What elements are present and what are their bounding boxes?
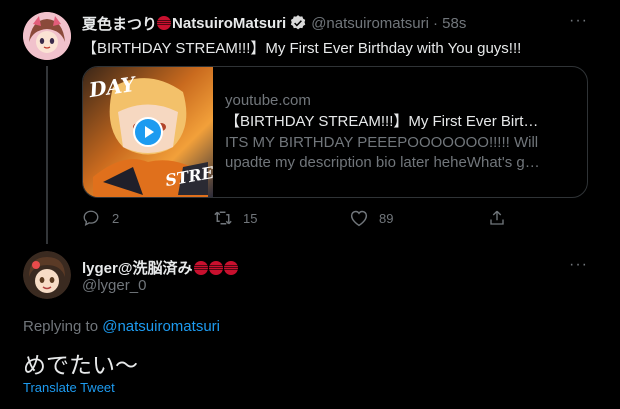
replying-to-label: Replying to	[23, 318, 99, 335]
red-circle-emoji-icon	[209, 260, 224, 275]
tweet-time[interactable]: · 58s	[433, 15, 466, 32]
more-options-icon[interactable]: ···	[569, 12, 588, 30]
red-circle-emoji-icon	[194, 260, 209, 275]
card-description-line1: ITS MY BIRTHDAY PEEEPOOOOOOO!!!!! Will	[225, 134, 539, 151]
replying-to-handle[interactable]: @natsuiromatsuri	[102, 318, 220, 335]
reply-count: 2	[112, 210, 120, 226]
thread-line	[46, 66, 48, 244]
card-domain: youtube.com	[225, 92, 311, 109]
author-name-suffix[interactable]: NatsuiroMatsuri	[172, 15, 286, 32]
heart-icon[interactable]	[349, 209, 369, 227]
reply-author-avatar[interactable]	[23, 251, 71, 299]
tweet-text: 【BIRTHDAY STREAM!!!】My First Ever Birthd…	[82, 40, 522, 57]
like-action[interactable]: 89	[349, 209, 393, 227]
verified-badge-icon	[289, 14, 307, 32]
card-text: youtube.com 【BIRTHDAY STREAM!!!】My First…	[213, 67, 560, 197]
author-name[interactable]: 夏色まつり	[82, 13, 157, 34]
reply-text: めでたい〜	[23, 352, 138, 378]
reply-icon[interactable]	[82, 209, 100, 227]
reply-more-options-icon[interactable]: ···	[569, 256, 588, 274]
author-avatar[interactable]	[23, 12, 71, 60]
tweet-header: 夏色まつり NatsuiroMatsuri @natsuiromatsuri ·…	[82, 13, 466, 33]
red-circle-emoji-icon	[157, 16, 172, 30]
card-thumbnail: DAY STRE	[83, 67, 215, 197]
like-count: 89	[379, 210, 394, 226]
play-icon[interactable]	[133, 117, 163, 147]
replying-to: Replying to @natsuiromatsuri	[23, 318, 220, 335]
card-title: 【BIRTHDAY STREAM!!!】My First Ever Birthd…	[225, 113, 546, 130]
translate-tweet-link[interactable]: Translate Tweet	[23, 380, 115, 395]
red-circle-emoji-icon	[224, 260, 239, 275]
link-card[interactable]: DAY STRE youtube.com 【BIRTHDAY STREAM!!!…	[82, 66, 588, 198]
retweet-action[interactable]: 15	[213, 209, 257, 227]
share-action[interactable]	[488, 209, 506, 227]
retweet-icon[interactable]	[213, 209, 233, 227]
retweet-count: 15	[243, 210, 258, 226]
reply-action[interactable]: 2	[82, 209, 119, 227]
author-handle[interactable]: @natsuiromatsuri	[311, 15, 429, 32]
reply-author-handle[interactable]: @lyger_0	[82, 277, 146, 294]
reply-author-name[interactable]: lyger@洗脳済み	[82, 257, 192, 278]
reply-header: lyger@洗脳済み	[82, 257, 239, 278]
share-icon[interactable]	[488, 209, 506, 227]
card-description-line2: upadte my description bio later heheWhat…	[225, 154, 546, 171]
